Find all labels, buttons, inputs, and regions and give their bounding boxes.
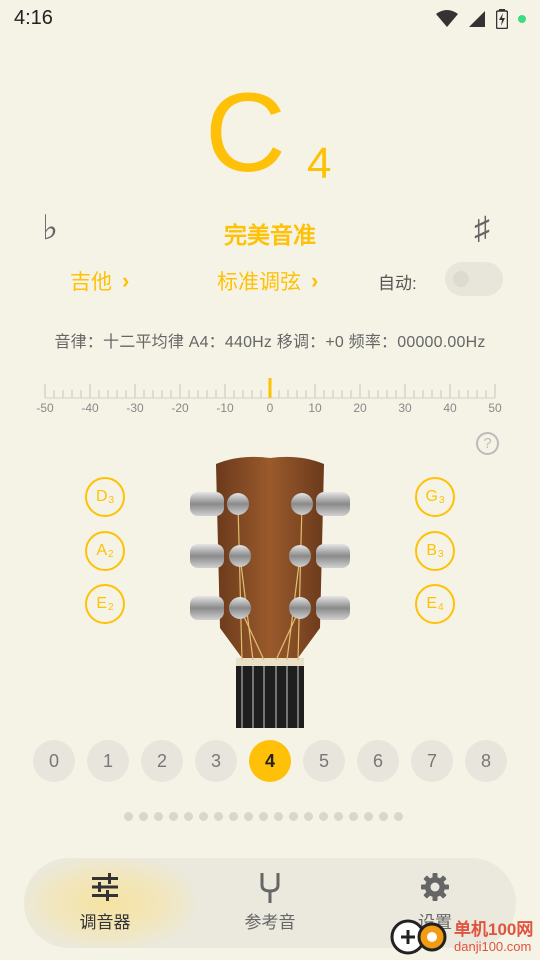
capo-button-7[interactable]: 7 <box>411 740 453 782</box>
string-button-g3[interactable]: G3 <box>415 477 455 517</box>
capo-button-6[interactable]: 6 <box>357 740 399 782</box>
string-octave: 2 <box>108 548 114 560</box>
string-note: E <box>96 595 108 612</box>
nav-reference-tone[interactable]: 参考音 <box>205 870 335 933</box>
ruler-label: -40 <box>81 401 99 415</box>
page-dot <box>364 812 373 821</box>
ruler-labels: -50 -40 -30 -20 -10 0 10 20 30 40 50 <box>36 401 502 415</box>
detected-note: C 4 <box>0 68 540 198</box>
string-button-b3[interactable]: B3 <box>415 531 455 571</box>
string-button-a2[interactable]: A2 <box>85 531 125 571</box>
string-note: G <box>425 488 438 505</box>
capo-button-0[interactable]: 0 <box>33 740 75 782</box>
page-indicator <box>124 812 403 821</box>
page-dot <box>169 812 178 821</box>
signal-icon <box>469 11 485 27</box>
logo-icon <box>390 919 447 955</box>
status-bar: 4:16 <box>0 0 540 38</box>
string-note: B <box>426 542 438 559</box>
capo-button-3[interactable]: 3 <box>195 740 237 782</box>
page-dot <box>334 812 343 821</box>
ruler-label: 40 <box>443 401 457 415</box>
string-note: E <box>426 595 438 612</box>
page-dot <box>139 812 148 821</box>
page-dot <box>349 812 358 821</box>
page-dot <box>394 812 403 821</box>
capo-button-2[interactable]: 2 <box>141 740 183 782</box>
note-letter: C <box>205 70 286 195</box>
auto-toggle-knob <box>453 271 469 287</box>
page-dot <box>259 812 268 821</box>
ruler-label: 50 <box>488 401 502 415</box>
page-dot <box>319 812 328 821</box>
ruler-label: -50 <box>36 401 54 415</box>
nav-label: 调音器 <box>79 913 131 932</box>
gear-icon <box>370 870 500 904</box>
sliders-icon <box>40 870 170 904</box>
capo-button-4[interactable]: 4 <box>249 740 291 782</box>
battery-icon <box>496 9 508 29</box>
page-dot <box>289 812 298 821</box>
string-octave: 2 <box>108 601 114 613</box>
ruler-label: 30 <box>398 401 412 415</box>
string-octave: 4 <box>438 601 444 613</box>
page-dot <box>124 812 133 821</box>
ruler-label: -20 <box>171 401 189 415</box>
instrument-selector[interactable]: 吉他 › <box>70 266 129 296</box>
cents-ruler: -50 -40 -30 -20 -10 0 10 20 30 40 50 <box>36 378 502 415</box>
page-dot <box>274 812 283 821</box>
selector-row: 吉他 › 标准调弦 › 自动: <box>0 262 540 298</box>
page-dot <box>154 812 163 821</box>
notification-dot <box>518 15 526 23</box>
status-time: 4:16 <box>14 7 53 29</box>
page-dot <box>244 812 253 821</box>
string-octave: 3 <box>438 494 445 506</box>
string-button-d3[interactable]: D3 <box>85 477 125 517</box>
capo-button-8[interactable]: 8 <box>465 740 507 782</box>
ruler-label: -30 <box>126 401 144 415</box>
chevron-right-icon: › <box>122 268 130 293</box>
nav-label: 参考音 <box>244 913 296 932</box>
tuning-info: 音律：十二平均律 A4：440Hz 移调：+0 频率：00000.00Hz <box>54 334 486 351</box>
capo-button-1[interactable]: 1 <box>87 740 129 782</box>
auto-label: 自动: <box>378 274 417 293</box>
instrument-label: 吉他 <box>70 271 112 294</box>
page-dot <box>304 812 313 821</box>
ruler-label: -10 <box>216 401 234 415</box>
help-icon[interactable]: ? <box>476 432 499 455</box>
watermark-cn: 单机100网 <box>454 920 534 939</box>
string-note: A <box>96 542 108 559</box>
page-dot <box>199 812 208 821</box>
chevron-right-icon: › <box>311 268 319 293</box>
page-dot <box>214 812 223 821</box>
ruler-label: 20 <box>353 401 367 415</box>
capo-selector: 012345678 <box>0 740 540 782</box>
capo-button-5[interactable]: 5 <box>303 740 345 782</box>
status-icons <box>436 9 526 29</box>
page-dot <box>184 812 193 821</box>
string-note: D <box>95 488 108 505</box>
string-button-e4[interactable]: E4 <box>415 584 455 624</box>
ruler-label: 10 <box>308 401 322 415</box>
string-octave: 3 <box>438 548 444 560</box>
guitar-headstock-image <box>190 456 350 728</box>
string-button-e2[interactable]: E2 <box>85 584 125 624</box>
page-dot <box>229 812 238 821</box>
tuning-label: 标准调弦 <box>217 271 301 294</box>
wifi-icon <box>436 10 458 27</box>
page-dot <box>379 812 388 821</box>
tuning-selector[interactable]: 标准调弦 › <box>217 266 318 296</box>
tuning-needle <box>268 378 272 398</box>
watermark-en: danji100.com <box>454 939 532 954</box>
auto-toggle[interactable] <box>445 262 503 296</box>
ruler-label: 0 <box>267 401 274 415</box>
note-octave: 4 <box>307 139 332 188</box>
watermark-logo: 单机100网 danji100.com <box>388 916 538 958</box>
sharp-icon: ♯ <box>474 210 490 246</box>
tuning-fork-icon <box>205 870 335 904</box>
tuning-status: 完美音准 <box>224 222 316 248</box>
string-octave: 3 <box>108 494 115 506</box>
nav-tuner[interactable]: 调音器 <box>40 870 170 933</box>
